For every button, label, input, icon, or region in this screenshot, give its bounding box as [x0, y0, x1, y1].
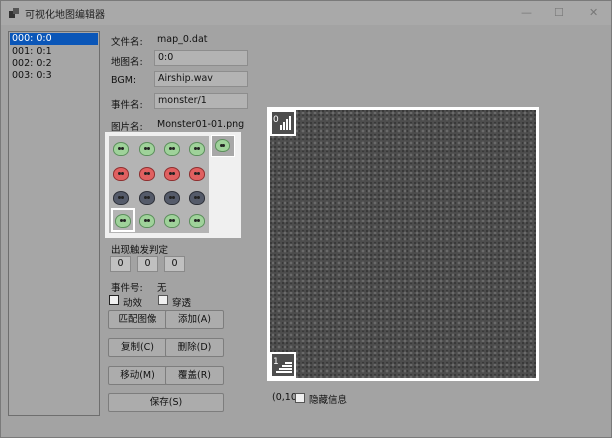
sprite-cell[interactable] [139, 167, 155, 181]
sprite-cell[interactable] [113, 167, 129, 181]
hide-info-checkbox[interactable] [295, 393, 305, 403]
sprite-cell[interactable] [113, 142, 129, 156]
map-list[interactable]: 000: 0:0 001: 0:1 002: 0:2 003: 0:3 [8, 31, 100, 416]
sprite-cell[interactable] [139, 191, 155, 205]
pass-checkbox[interactable] [158, 295, 168, 305]
copy-button[interactable]: 复制(C) [108, 338, 167, 357]
sprite-cell[interactable] [139, 142, 155, 156]
layer-top-label: 0 [273, 115, 279, 125]
layer-bottom-label: 1 [273, 357, 279, 367]
app-window: 可视化地图编辑器 — ☐ ✕ 000: 0:0 001: 0:1 002: 0:… [0, 0, 612, 438]
pass-label: 穿透 [172, 298, 192, 309]
list-item[interactable]: 001: 0:1 [9, 46, 99, 58]
list-item[interactable]: 002: 0:2 [9, 58, 99, 70]
file-value: map_0.dat [157, 34, 208, 45]
save-button[interactable]: 保存(S) [108, 393, 224, 412]
trigger-field-2[interactable]: 0 [137, 256, 158, 272]
sprite-cell[interactable] [164, 191, 180, 205]
hide-info-label: 隐藏信息 [309, 395, 348, 406]
delete-button[interactable]: 删除(D) [165, 338, 224, 357]
list-item[interactable]: 003: 0:3 [9, 70, 99, 82]
map-name-label: 地图名: [111, 57, 143, 68]
anim-label: 动效 [123, 298, 143, 309]
bgm-field[interactable]: Airship.wav [154, 71, 248, 87]
anim-checkbox[interactable] [109, 295, 119, 305]
sprite-cell[interactable] [189, 214, 205, 228]
sprite-picker[interactable] [105, 132, 241, 238]
sprite-cell[interactable] [164, 214, 180, 228]
sprite-preview-image [215, 139, 230, 152]
move-button[interactable]: 移动(M) [108, 366, 167, 385]
close-button[interactable]: ✕ [589, 6, 598, 19]
window-title: 可视化地图编辑器 [25, 10, 105, 21]
trigger-field-3[interactable]: 0 [164, 256, 185, 272]
signal-bars-icon: 0 [273, 115, 291, 130]
map-name-field[interactable]: 0:0 [154, 50, 248, 66]
event-no-label: 事件号: [111, 283, 143, 294]
minimize-button[interactable]: — [521, 6, 532, 19]
image-label: 图片名: [111, 122, 143, 133]
maximize-button[interactable]: ☐ [554, 6, 564, 19]
coords-readout: (0,10 [272, 392, 297, 403]
layer-up-button[interactable]: 0 [270, 110, 296, 136]
file-label: 文件名: [111, 37, 143, 48]
event-no-value: 无 [157, 283, 167, 294]
sprite-preview [211, 135, 235, 157]
title-bar: 可视化地图编辑器 — ☐ ✕ [1, 1, 611, 25]
list-item[interactable]: 000: 0:0 [10, 33, 98, 45]
sprite-cell[interactable] [189, 167, 205, 181]
sprite-cell[interactable] [164, 142, 180, 156]
sprite-cell[interactable] [139, 214, 155, 228]
match-image-button[interactable]: 匹配图像 [108, 310, 167, 329]
event-field[interactable]: monster/1 [154, 93, 248, 109]
image-value: Monster01-01.png [157, 119, 245, 130]
trigger-field-1[interactable]: 0 [110, 256, 131, 272]
sprite-cell[interactable] [189, 191, 205, 205]
bgm-label: BGM: [111, 75, 137, 86]
map-canvas[interactable]: 0 1 [267, 107, 539, 381]
app-icon [9, 8, 19, 18]
sprite-sheet[interactable] [109, 136, 209, 233]
stairs-icon: 1 [273, 357, 292, 373]
layer-down-button[interactable]: 1 [270, 352, 296, 378]
event-label: 事件名: [111, 100, 143, 111]
sprite-cell[interactable] [113, 191, 129, 205]
trigger-label: 出现触发判定 [111, 245, 169, 256]
sprite-selection-frame [111, 208, 135, 232]
sprite-cell[interactable] [189, 142, 205, 156]
overwrite-button[interactable]: 覆盖(R) [165, 366, 224, 385]
add-button[interactable]: 添加(A) [165, 310, 224, 329]
sprite-cell[interactable] [164, 167, 180, 181]
